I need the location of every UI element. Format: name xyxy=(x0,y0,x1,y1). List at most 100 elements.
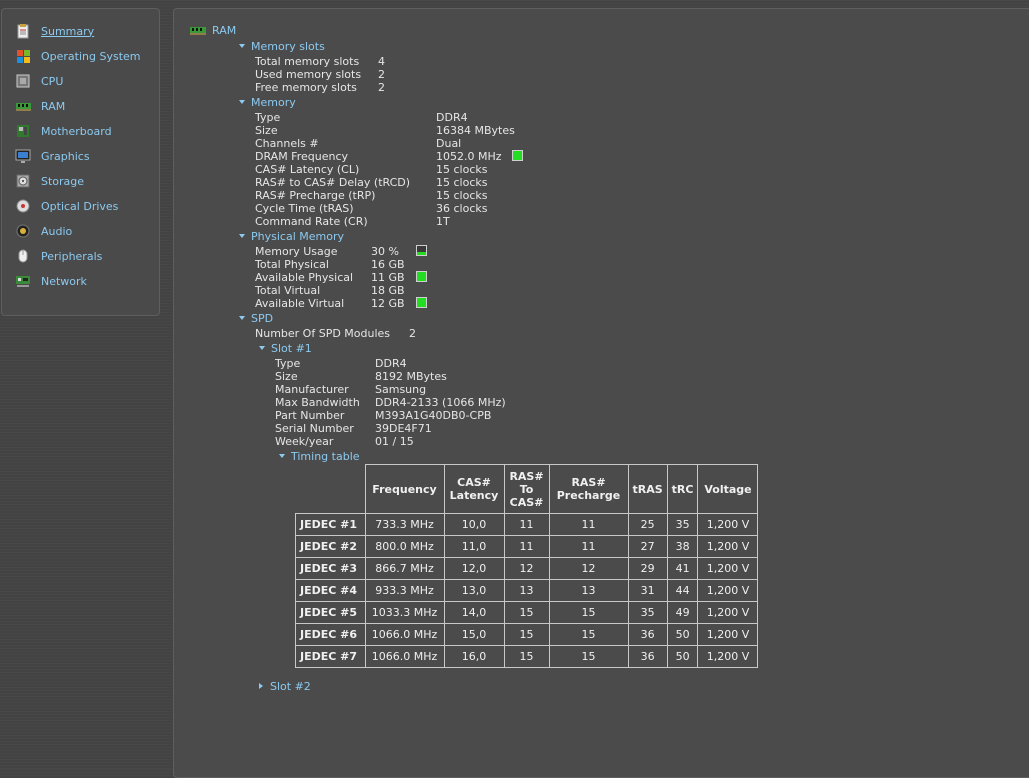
table-cell: 13,0 xyxy=(443,579,505,602)
hdd-icon xyxy=(15,173,31,189)
sidebar-item-summary[interactable]: Summary xyxy=(15,21,94,41)
table-cell: 36 xyxy=(627,623,668,646)
sidebar-item-ram[interactable]: RAM xyxy=(15,96,65,116)
table-cell: 1,200 V xyxy=(697,513,759,536)
table-cell: 1,200 V xyxy=(697,579,759,602)
row-header: JEDEC #7 xyxy=(295,645,366,668)
table-cell: 12 xyxy=(503,557,550,580)
sidebar-item-network[interactable]: Network xyxy=(15,271,87,291)
table-cell: 1,200 V xyxy=(697,645,759,668)
table-cell: 25 xyxy=(627,513,668,536)
sidebar-item-label: Network xyxy=(41,274,87,288)
section-slot-1[interactable]: Slot #1 xyxy=(259,342,312,355)
mouse-icon xyxy=(15,248,31,264)
value: 15 clocks xyxy=(436,163,488,176)
table-cell: 49 xyxy=(666,601,699,624)
value: 36 clocks xyxy=(436,202,488,215)
chevron-down-icon xyxy=(279,454,285,458)
table-row: JEDEC #4 933.3 MHz 13,0 13 13 31 44 1,200 V xyxy=(295,579,759,602)
label: Free memory slots xyxy=(255,81,357,94)
table-cell: 13 xyxy=(503,579,550,602)
sidebar-item-label: Audio xyxy=(41,224,73,238)
chevron-down-icon xyxy=(239,44,245,48)
chevron-right-icon xyxy=(259,683,263,689)
monitor-icon xyxy=(15,148,31,164)
table-cell: 1,200 V xyxy=(697,535,759,558)
sidebar-item-motherboard[interactable]: Motherboard xyxy=(15,121,112,141)
usage-indicator xyxy=(416,297,427,311)
section-slot-2[interactable]: Slot #2 xyxy=(259,680,311,693)
sidebar-item-optical-drives[interactable]: Optical Drives xyxy=(15,196,118,216)
section-timing-table[interactable]: Timing table xyxy=(279,450,360,463)
sidebar-item-label: CPU xyxy=(41,74,64,88)
label: Size xyxy=(275,370,298,383)
table-cell: 15 xyxy=(503,601,550,624)
table-cell: 35 xyxy=(666,513,699,536)
sidebar-item-label: Graphics xyxy=(41,149,90,163)
sidebar-item-operating-system[interactable]: Operating System xyxy=(15,46,141,66)
table-row: JEDEC #7 1066.0 MHz 16,0 15 15 36 50 1,200 V xyxy=(295,645,759,668)
column-header: RAS# To CAS# xyxy=(503,464,550,514)
chevron-down-icon xyxy=(239,100,245,104)
table-cell: 44 xyxy=(666,579,699,602)
corner-cell xyxy=(295,464,366,514)
table-row: JEDEC #5 1033.3 MHz 14,0 15 15 35 49 1,200 V xyxy=(295,601,759,624)
value: 16 GB xyxy=(371,258,405,271)
label: Channels # xyxy=(255,137,319,150)
table-cell: 15 xyxy=(548,645,629,668)
timing-table: Frequency CAS# Latency RAS# To CAS# RAS# Pre… xyxy=(295,464,759,668)
label: Total Virtual xyxy=(255,284,321,297)
sidebar-item-audio[interactable]: Audio xyxy=(15,221,72,241)
table-cell: 15,0 xyxy=(443,623,505,646)
sidebar-item-cpu[interactable]: CPU xyxy=(15,71,63,91)
table-cell: 12 xyxy=(548,557,629,580)
table-cell: 11 xyxy=(503,513,550,536)
table-cell: 11 xyxy=(503,535,550,558)
section-physical-memory[interactable]: Physical Memory xyxy=(239,230,344,243)
label: Type xyxy=(255,111,281,124)
table-cell: 38 xyxy=(666,535,699,558)
table-cell: 12,0 xyxy=(443,557,505,580)
label: Size xyxy=(255,124,278,137)
sidebar-item-storage[interactable]: Storage xyxy=(15,171,84,191)
sidebar-item-label: Storage xyxy=(41,174,85,188)
label: Available Virtual xyxy=(255,297,345,310)
label: DRAM Frequency xyxy=(255,150,349,163)
row-header: JEDEC #2 xyxy=(295,535,366,558)
table-cell: 50 xyxy=(666,623,699,646)
cpu-icon xyxy=(15,73,31,89)
row-header: JEDEC #5 xyxy=(295,601,366,624)
table-row: JEDEC #2 800.0 MHz 11,0 11 11 27 38 1,200 V xyxy=(295,535,759,558)
column-header: CAS# Latency xyxy=(443,464,505,514)
table-row: JEDEC #1 733.3 MHz 10,0 11 11 25 35 1,200 V xyxy=(295,513,759,536)
section-memory-slots[interactable]: Memory slots xyxy=(239,40,325,53)
label: RAS# Precharge (tRP) xyxy=(255,189,376,202)
value: 2 xyxy=(378,68,385,81)
table-cell: 13 xyxy=(548,579,629,602)
table-cell: 11,0 xyxy=(443,535,505,558)
label: Max Bandwidth xyxy=(275,396,360,409)
value: 15 clocks xyxy=(436,176,488,189)
table-cell: 1033.3 MHz xyxy=(364,601,445,624)
sidebar-item-label: Motherboard xyxy=(41,124,112,138)
table-cell: 1,200 V xyxy=(697,557,759,580)
section-spd[interactable]: SPD xyxy=(239,312,273,325)
column-header: Voltage xyxy=(697,464,759,514)
value: 16384 MBytes xyxy=(436,124,515,137)
table-cell: 15 xyxy=(503,645,550,668)
value: 11 GB xyxy=(371,271,405,284)
sidebar-item-label: Summary xyxy=(41,24,95,38)
windows-icon xyxy=(15,48,31,64)
value: 2 xyxy=(378,81,385,94)
value: 4 xyxy=(378,55,385,68)
row-header: JEDEC #4 xyxy=(295,579,366,602)
sidebar-item-peripherals[interactable]: Peripherals xyxy=(15,246,102,266)
table-cell: 733.3 MHz xyxy=(364,513,445,536)
motherboard-icon xyxy=(15,123,31,139)
value: 1T xyxy=(436,215,450,228)
sidebar-item-graphics[interactable]: Graphics xyxy=(15,146,90,166)
value: 1052.0 MHz xyxy=(436,150,502,163)
section-memory[interactable]: Memory xyxy=(239,96,296,109)
table-cell: 36 xyxy=(627,645,668,668)
table-cell: 16,0 xyxy=(443,645,505,668)
